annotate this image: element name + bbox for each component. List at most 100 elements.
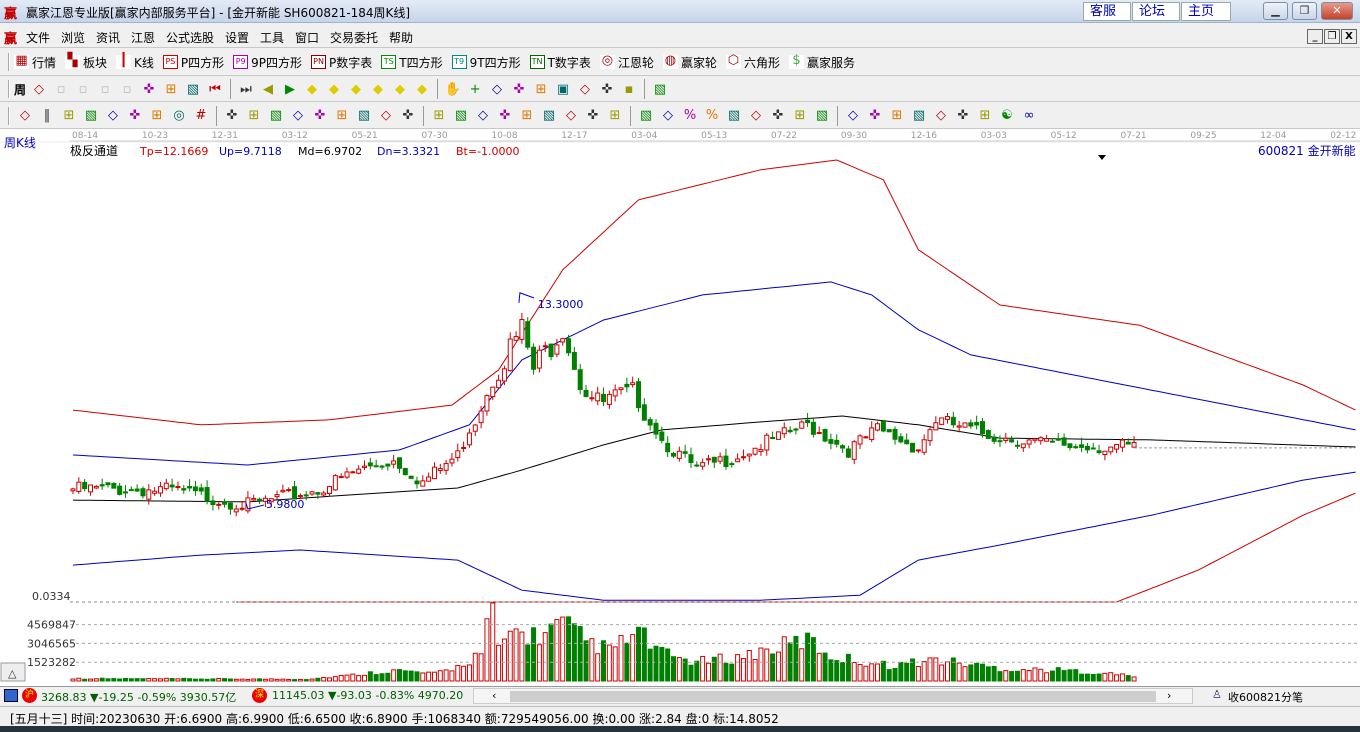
gann-icon[interactable]: ✜ <box>508 79 530 99</box>
gold-coin-icon[interactable]: ◇ <box>745 106 767 126</box>
restore-button[interactable]: ❐ <box>1292 2 1317 20</box>
formula-icon[interactable]: ⊞ <box>160 79 182 99</box>
cycle-icon[interactable]: ▧ <box>265 106 287 126</box>
wheel-icon[interactable]: ⊞ <box>530 79 552 99</box>
box-icon[interactable]: ▧ <box>450 106 472 126</box>
toolbar-grip[interactable] <box>8 80 10 98</box>
print-icon[interactable]: ▧ <box>649 79 671 99</box>
table-icon[interactable] <box>4 689 18 702</box>
toolbar-button-tn[interactable]: TN T数字表 <box>529 54 591 71</box>
customer-service-link[interactable]: 客服 <box>1083 2 1131 21</box>
j-icon[interactable]: ✜ <box>864 106 886 126</box>
gold2-icon[interactable]: ▧ <box>80 106 102 126</box>
f-icon[interactable]: ◇ <box>102 106 124 126</box>
calendar-icon[interactable]: ▣ <box>552 79 574 99</box>
disabled-icon[interactable]: ▫ <box>94 79 116 99</box>
menu-item-7[interactable]: 窗口 <box>295 29 319 46</box>
lines-icon[interactable]: ‖ <box>36 106 58 126</box>
radar-icon[interactable]: ◇ <box>287 106 309 126</box>
grid3-icon[interactable]: ⊞ <box>604 106 626 126</box>
fan-icon[interactable]: ◇ <box>472 106 494 126</box>
infinity-icon[interactable]: ∞ <box>1018 106 1040 126</box>
shrink-icon[interactable]: ◆ <box>367 79 389 99</box>
menu-item-5[interactable]: 设置 <box>225 29 249 46</box>
arc2-icon[interactable]: ⊞ <box>516 106 538 126</box>
gold3-icon[interactable]: ◇ <box>842 106 864 126</box>
save-icon[interactable]: ▪ <box>618 79 640 99</box>
toolbar-button-table[interactable]: ▦ 行情 <box>14 54 56 71</box>
god-icon[interactable]: ▧ <box>353 106 375 126</box>
v-icon[interactable]: ◇ <box>560 106 582 126</box>
list-icon[interactable]: ✜ <box>596 79 618 99</box>
menu-item-2[interactable]: 资讯 <box>96 29 120 46</box>
slash-icon[interactable]: ▧ <box>635 106 657 126</box>
toolbar-button-target[interactable]: ◎ 江恩轮 <box>599 54 654 71</box>
left-icon[interactable]: ◀ <box>257 79 279 99</box>
four-icon[interactable]: ⊞ <box>974 106 996 126</box>
brush-icon[interactable]: ⊞ <box>146 106 168 126</box>
pen-icon[interactable]: ◇ <box>14 106 36 126</box>
color-icon[interactable]: ▧ <box>182 79 204 99</box>
home-link[interactable]: 主页 <box>1181 2 1231 21</box>
hand-icon[interactable]: ✋ <box>442 79 464 99</box>
scrollbar-thumb[interactable] <box>510 691 1156 702</box>
toolbar-button-pn[interactable]: PN P数字表 <box>311 54 372 71</box>
draw-icon[interactable]: ◇ <box>486 79 508 99</box>
percent-line-icon[interactable]: ▧ <box>723 106 745 126</box>
toolbar-grip[interactable] <box>8 106 10 125</box>
zoom-left-icon[interactable]: ◆ <box>301 79 323 99</box>
mdi-close-button[interactable]: X <box>1341 29 1357 44</box>
toolbar-grip[interactable] <box>8 53 10 71</box>
first-icon[interactable]: ⏮ <box>204 79 226 99</box>
disabled-icon[interactable]: ▫ <box>116 79 138 99</box>
n2-icon[interactable]: ✜ <box>221 106 243 126</box>
toolbar-button-t9[interactable]: T9 9T四方形 <box>451 54 521 71</box>
hash-icon[interactable]: # <box>190 106 212 126</box>
menu-item-1[interactable]: 浏览 <box>61 29 85 46</box>
angle2-icon[interactable]: ▧ <box>538 106 560 126</box>
toolbar-button-candles[interactable]: ┃ K线 <box>116 54 154 71</box>
circle-icon[interactable]: ◎ <box>168 106 190 126</box>
menu-item-3[interactable]: 江恩 <box>131 29 155 46</box>
win-icon[interactable]: ◇ <box>375 106 397 126</box>
square-icon[interactable]: ✜ <box>309 106 331 126</box>
arc-icon[interactable]: ✜ <box>494 106 516 126</box>
minimize-button[interactable]: ▁ <box>1263 2 1288 20</box>
wave-icon[interactable]: ▧ <box>811 106 833 126</box>
scroll-right-icon[interactable]: › <box>1167 689 1171 702</box>
gold-line-icon[interactable]: ✜ <box>767 106 789 126</box>
grid2-icon[interactable]: ✜ <box>582 106 604 126</box>
toolbar-button-ts[interactable]: TS T四方形 <box>381 54 443 71</box>
crosshair-icon[interactable]: + <box>464 79 486 99</box>
candle-type-icon[interactable]: ✜ <box>138 79 160 99</box>
list2-icon[interactable]: ◇ <box>657 106 679 126</box>
close-button[interactable]: ✕ <box>1321 2 1353 20</box>
percent-icon[interactable]: % <box>701 106 723 126</box>
forum-link[interactable]: 论坛 <box>1132 2 1180 21</box>
menu-item-4[interactable]: 公式选股 <box>166 29 214 46</box>
menu-item-9[interactable]: 帮助 <box>389 29 413 46</box>
gold-icon[interactable]: ⊞ <box>58 106 80 126</box>
toolbar-button-hexagon[interactable]: ⬡ 六角形 <box>725 54 780 71</box>
zoom-right-icon[interactable]: ◆ <box>323 79 345 99</box>
expand-all-icon[interactable]: ◆ <box>411 79 433 99</box>
kline-chart[interactable]: 08-14 10-23 12-31 03-12 05-21 07-30 10-08 12-17… <box>0 129 1360 686</box>
spiral-icon[interactable]: ✜ <box>124 106 146 126</box>
toolbar-button-p9[interactable]: P9 9P四方形 <box>233 54 302 71</box>
mdi-minimize-button[interactable]: _ <box>1307 29 1323 44</box>
period-selector[interactable]: 周 <box>14 81 26 98</box>
zoom-both-icon[interactable]: ◆ <box>345 79 367 99</box>
brush2-icon[interactable]: ⊞ <box>789 106 811 126</box>
win2-icon[interactable]: ✜ <box>952 106 974 126</box>
right-icon[interactable]: ▶ <box>279 79 301 99</box>
measure-icon[interactable]: ⊞ <box>428 106 450 126</box>
disabled-icon[interactable]: ▫ <box>50 79 72 99</box>
angle-icon[interactable]: ⊞ <box>243 106 265 126</box>
horizontal-scrollbar[interactable]: ‹ › <box>473 688 1193 704</box>
last-icon[interactable]: ⏭ <box>235 79 257 99</box>
toolbar-button-blocks[interactable]: ▚ 板块 <box>65 54 107 71</box>
grid-icon[interactable]: ✜ <box>397 106 419 126</box>
toolbar-button-dollar[interactable]: $ 赢家服务 <box>788 54 855 71</box>
menu-item-8[interactable]: 交易委托 <box>330 29 378 46</box>
gold4-icon[interactable]: ▧ <box>908 106 930 126</box>
